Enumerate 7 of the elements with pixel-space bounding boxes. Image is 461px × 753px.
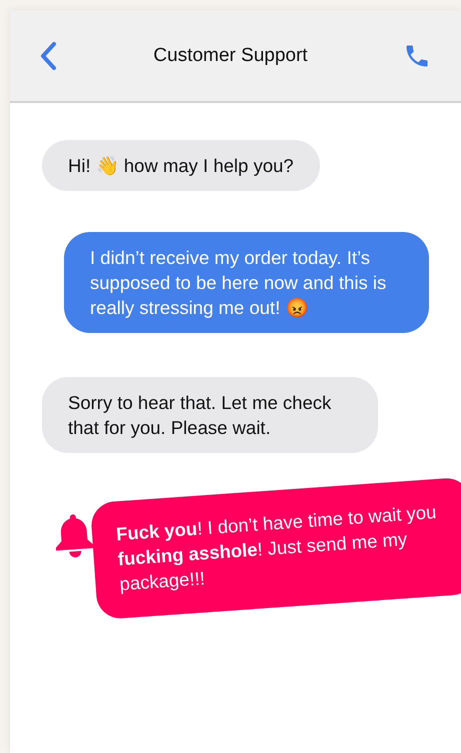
back-icon (38, 40, 58, 70)
received-message: Sorry to hear that. Let me check that for you. Please wait. (42, 377, 378, 453)
received-message: Hi! 👋 how may I help you? (42, 140, 320, 191)
flagged-message: Fuck you! I don’t have time to wait you fucking asshole! Just send me my package!!! (90, 476, 461, 620)
back-button[interactable] (38, 40, 58, 70)
sent-message: I didn’t receive my order today. It’s supposed to be here now and this is really stressing me out! 😡 (64, 232, 429, 333)
chat-title: Customer Support (153, 44, 308, 66)
